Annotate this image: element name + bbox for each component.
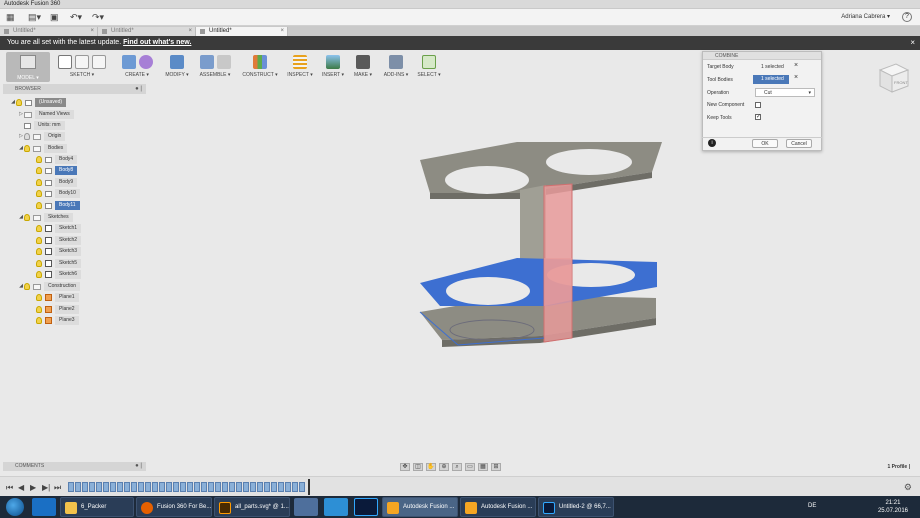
dialog-header[interactable]: COMBINE [703,52,821,60]
timeline-bar: ⏮ ◀ ▶ ▶| ⏭ ⚙ [0,476,920,496]
timeline-feature[interactable] [124,482,130,492]
timeline-feature[interactable] [292,482,298,492]
keep-tools-checkbox[interactable]: ✓ [755,114,761,120]
view-cube-front-label: FRONT [894,80,908,85]
taskbar-item-photoshop[interactable]: Untitled-2 @ 66,7... [538,497,614,517]
taskbar-item-firefox[interactable]: Fusion 360 For Be... [136,497,212,517]
folder-icon [65,502,77,514]
keep-tools-label: Keep Tools [707,115,732,121]
photoshop-icon [543,502,555,514]
timeline-feature[interactable] [215,482,221,492]
timeline-feature[interactable] [271,482,277,492]
timeline-feature[interactable] [131,482,137,492]
display-settings-icon[interactable]: ▭ [465,463,475,471]
zoom-icon[interactable]: ⊕ [439,463,449,471]
target-body-selector[interactable]: 1 selected [753,63,789,72]
timeline-feature[interactable] [75,482,81,492]
viewports-icon[interactable]: ⊞ [491,463,501,471]
timeline-feature[interactable] [159,482,165,492]
operation-label: Operation [707,90,729,96]
taskbar-pin-icon[interactable] [294,498,318,516]
go-to-start-icon[interactable]: ⏮ [6,483,13,493]
cancel-button[interactable]: Cancel [786,139,812,148]
gear-icon[interactable]: ⚙ [904,482,912,493]
taskbar-item-explorer[interactable]: 6_Packer [60,497,134,517]
timeline-feature[interactable] [117,482,123,492]
taskbar-item-fusion-2[interactable]: Autodesk Fusion ... [460,497,536,517]
timeline-feature[interactable] [236,482,242,492]
timeline-feature[interactable] [194,482,200,492]
photoshop-icon[interactable] [354,498,378,516]
new-component-checkbox[interactable] [755,102,761,108]
top-plate-hole [445,166,529,194]
timeline-feature[interactable] [257,482,263,492]
timeline-feature[interactable] [96,482,102,492]
timeline-feature[interactable] [145,482,151,492]
firefox-icon [141,502,153,514]
timeline-feature[interactable] [264,482,270,492]
timeline-feature[interactable] [187,482,193,492]
timeline-marker[interactable] [308,479,310,495]
fusion-icon [387,502,399,514]
step-back-icon[interactable]: ◀ [18,483,24,492]
system-clock[interactable]: 21:21 25.07.2016 [878,499,908,515]
timeline-feature[interactable] [68,482,74,492]
illustrator-icon [219,502,231,514]
clear-selection-icon[interactable]: × [794,74,798,81]
view-cube[interactable]: FRONT [876,60,910,94]
timeline-feature[interactable] [229,482,235,492]
timeline-feature[interactable] [278,482,284,492]
taskbar-item-fusion-1[interactable]: Autodesk Fusion ... [382,497,458,517]
step-forward-icon[interactable]: ▶| [42,483,50,492]
timeline-feature[interactable] [222,482,228,492]
ok-button[interactable]: OK [752,139,778,148]
timeline-feature[interactable] [89,482,95,492]
timeline-feature[interactable] [166,482,172,492]
taskbar-item-illustrator[interactable]: all_parts.svg* @ 1... [214,497,290,517]
timeline-track[interactable] [68,482,311,493]
windows-taskbar: 6_Packer Fusion 360 For Be... all_parts.… [0,496,920,518]
system-tray: DE 21:21 25.07.2016 [800,496,920,518]
tool-bodies-selector[interactable]: 1 selected [753,75,789,84]
info-icon[interactable]: i [708,139,716,147]
timeline-feature[interactable] [243,482,249,492]
chevron-down-icon: ▾ [808,90,811,96]
timeline-feature[interactable] [180,482,186,492]
blue-plate-hole [446,277,530,305]
internet-explorer-icon[interactable] [32,498,56,516]
timeline-feature[interactable] [110,482,116,492]
input-language[interactable]: DE [808,503,816,509]
timeline-feature[interactable] [138,482,144,492]
start-button[interactable] [6,498,24,516]
pan-icon[interactable]: ✋ [426,463,436,471]
timeline-feature[interactable] [299,482,305,492]
top-plate-hole [546,149,632,175]
timeline-feature[interactable] [285,482,291,492]
pink-body-overlap [544,258,572,306]
navigation-bar: ✥ ◫ ✋ ⊕ ⌕ ▭ ▦ ⊞ [400,462,520,472]
orbit-icon[interactable]: ✥ [400,463,410,471]
look-at-icon[interactable]: ◫ [413,463,423,471]
grid-settings-icon[interactable]: ▦ [478,463,488,471]
timeline-feature[interactable] [208,482,214,492]
go-to-end-icon[interactable]: ⏭ [54,483,61,493]
new-component-label: New Component [707,102,745,108]
timeline-feature[interactable] [201,482,207,492]
taskbar-pin-icon[interactable] [324,498,348,516]
timeline-feature[interactable] [250,482,256,492]
operation-dropdown[interactable]: Cut ▾ [755,88,815,97]
play-icon[interactable]: ▶ [30,483,36,492]
fusion-icon [465,502,477,514]
selection-status: 1 Profile | [887,464,910,470]
timeline-feature[interactable] [103,482,109,492]
clear-selection-icon[interactable]: × [794,62,798,69]
timeline-feature[interactable] [82,482,88,492]
timeline-feature[interactable] [152,482,158,492]
timeline-feature[interactable] [173,482,179,492]
fit-icon[interactable]: ⌕ [452,463,462,471]
tool-bodies-label: Tool Bodies [707,77,733,83]
target-body-label: Target Body [707,64,734,70]
